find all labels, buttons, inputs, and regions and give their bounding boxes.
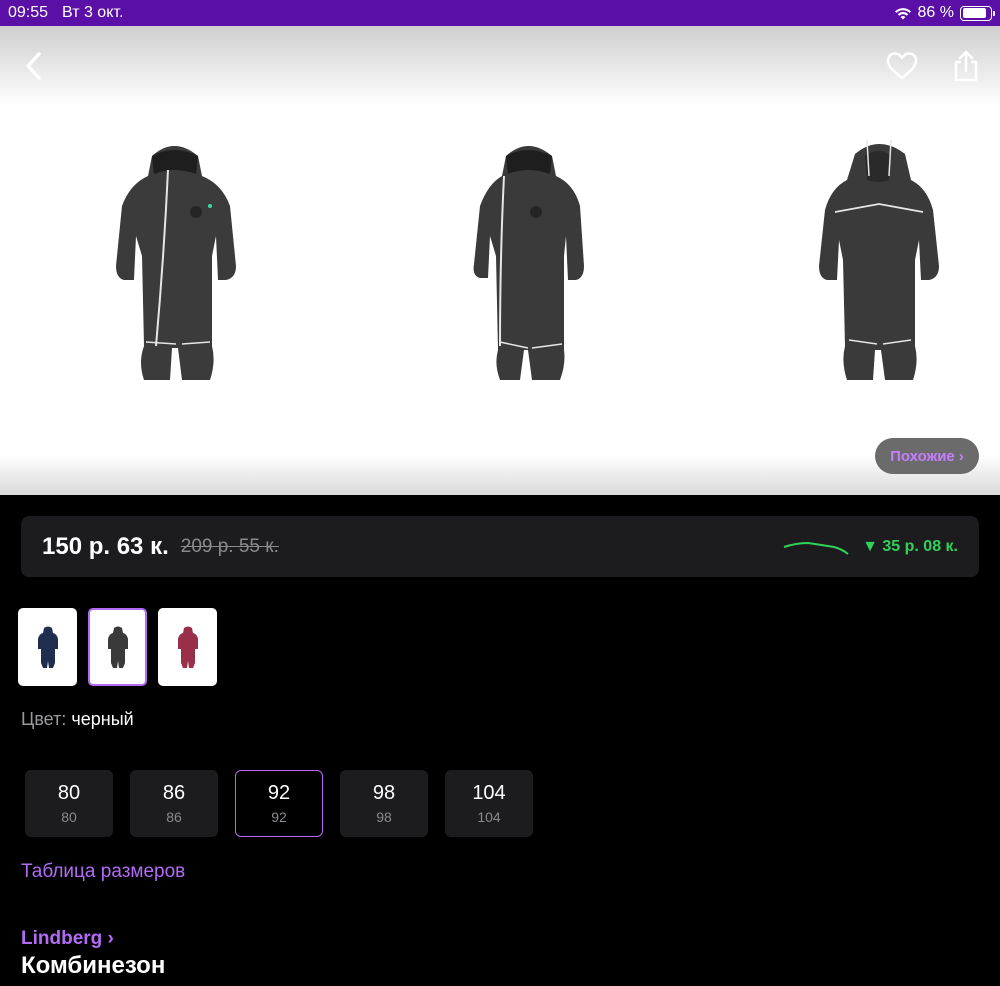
brand-link[interactable]: Lindberg › bbox=[21, 928, 114, 950]
size-sub: 86 bbox=[166, 809, 182, 825]
color-label-title: Цвет: bbox=[21, 709, 67, 729]
size-selector: 80 80 86 86 92 92 98 98 104 104 bbox=[25, 770, 533, 837]
size-option-92[interactable]: 92 92 bbox=[235, 770, 323, 837]
price-drop-value: ▼ 35 р. 08 к. bbox=[862, 537, 958, 555]
price-bar: 150 р. 63 к. 209 р. 55 к. ▼ 35 р. 08 к. bbox=[21, 516, 979, 577]
size-option-104[interactable]: 104 104 bbox=[445, 770, 533, 837]
product-image-angle bbox=[473, 146, 584, 380]
size-main: 104 bbox=[472, 782, 506, 804]
color-label-value: черный bbox=[71, 709, 134, 729]
back-button[interactable] bbox=[14, 46, 54, 86]
size-sub: 80 bbox=[61, 809, 77, 825]
size-option-80[interactable]: 80 80 bbox=[25, 770, 113, 837]
color-thumbs bbox=[18, 608, 217, 686]
product-title: Комбинезон bbox=[21, 952, 166, 979]
color-label: Цвет: черный bbox=[21, 709, 134, 730]
back-chevron-icon bbox=[26, 52, 41, 80]
price-current: 150 р. 63 к. bbox=[42, 532, 169, 560]
status-time: 09:55 bbox=[8, 4, 49, 21]
price-drop[interactable]: ▼ 35 р. 08 к. bbox=[782, 537, 958, 557]
status-right: 86 % bbox=[894, 4, 995, 22]
size-option-98[interactable]: 98 98 bbox=[340, 770, 428, 837]
favorite-button[interactable] bbox=[882, 46, 922, 86]
similar-button[interactable]: Похожие › bbox=[875, 438, 979, 474]
share-button[interactable] bbox=[946, 46, 986, 86]
product-gallery[interactable]: Похожие › bbox=[0, 26, 1000, 495]
price-old: 209 р. 55 к. bbox=[180, 535, 279, 557]
size-table-link[interactable]: Таблица размеров bbox=[21, 861, 185, 883]
product-image-back bbox=[819, 139, 939, 380]
size-main: 92 bbox=[267, 782, 291, 804]
color-thumb-navy[interactable] bbox=[18, 608, 77, 686]
status-date: Вт 3 окт. bbox=[62, 4, 124, 21]
color-thumb-berry[interactable] bbox=[158, 608, 217, 686]
heart-icon bbox=[886, 52, 918, 80]
product-thumb-navy bbox=[37, 626, 58, 668]
product-thumb-berry bbox=[177, 626, 198, 668]
size-option-86[interactable]: 86 86 bbox=[130, 770, 218, 837]
battery-percent: 86 % bbox=[917, 4, 954, 21]
share-icon bbox=[954, 50, 978, 82]
size-sub: 104 bbox=[477, 809, 501, 825]
wifi-icon bbox=[894, 8, 911, 20]
battery-icon bbox=[960, 5, 995, 21]
size-main: 86 bbox=[162, 782, 186, 804]
size-main: 98 bbox=[372, 782, 396, 804]
size-main: 80 bbox=[57, 782, 81, 804]
size-sub: 98 bbox=[376, 809, 392, 825]
product-thumb-black bbox=[107, 626, 128, 668]
size-sub: 92 bbox=[271, 809, 287, 825]
product-image-front bbox=[116, 146, 236, 380]
color-thumb-black[interactable] bbox=[88, 608, 147, 686]
status-bar: 09:55 Вт 3 окт. 86 % bbox=[0, 0, 1000, 26]
price-history-sparkline bbox=[783, 541, 849, 555]
